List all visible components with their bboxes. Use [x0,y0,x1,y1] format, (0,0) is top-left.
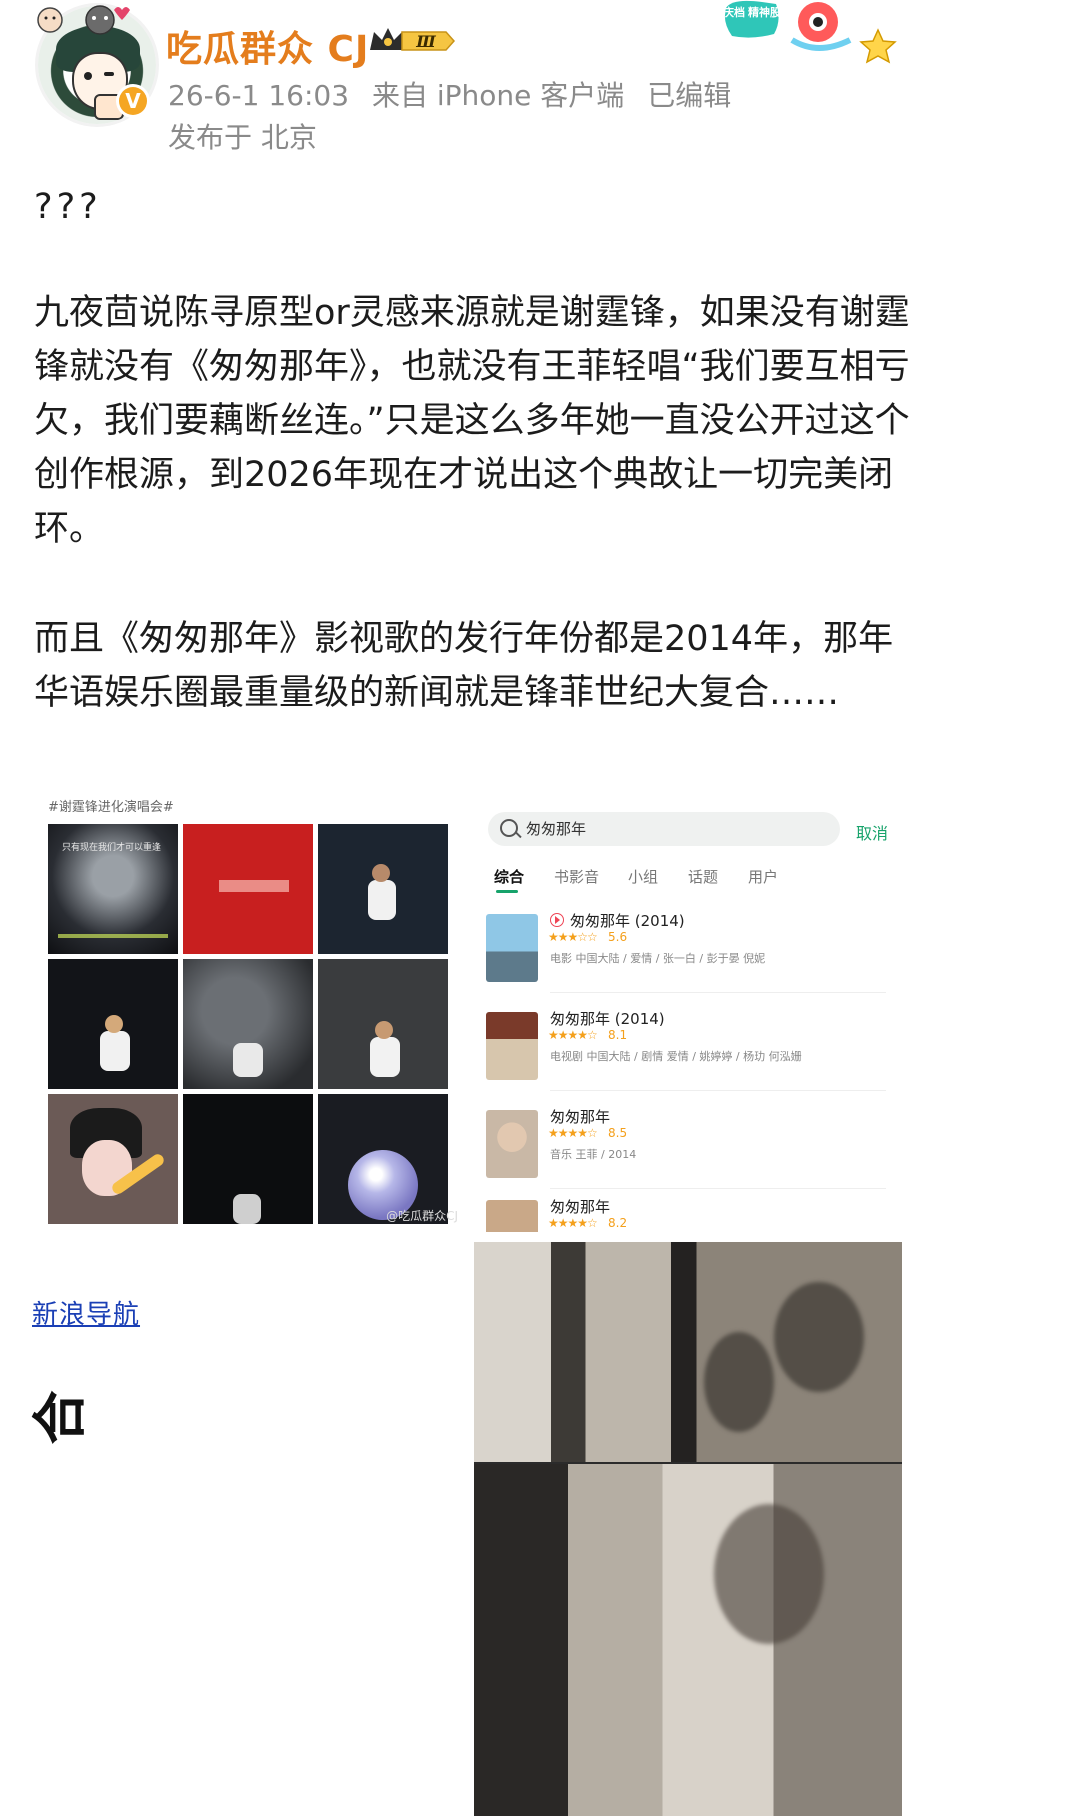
divider [550,1090,886,1091]
rating-stars: ★★★★☆ [548,1216,598,1230]
blurred-figure [714,1504,824,1644]
play-icon [550,913,564,927]
result-info: 音乐 王菲 / 2014 [550,1148,637,1161]
singer-head [375,1021,393,1039]
promo-badge-icon[interactable]: 国庆档 精神股东 [722,0,912,70]
result-thumb-poster [486,1012,538,1080]
result-tv-series[interactable]: 匆匆那年 (2014) ★★★★☆ 8.1 电视剧 中国大陆 / 剧情 爱情 /… [486,1002,886,1094]
collage-tile-confetti[interactable] [183,959,313,1089]
avatar-pets-icon [37,5,130,35]
concert-photo-collage[interactable]: #谢霆锋进化演唱会# 只有现在我们才可以重逢 @吃瓜群众CJ [44,792,458,1232]
vip-level: Ⅲ [415,32,436,51]
avatar-eye [84,72,92,80]
verified-mark: V [119,87,147,115]
collage-caption: #谢霆锋进化演唱会# [48,800,174,815]
singer-figure [233,1194,261,1224]
singer-figure [368,880,396,920]
post-source[interactable]: 来自 iPhone 客户端 [372,79,624,112]
search-results-screenshot[interactable]: 匆匆那年 取消 综合 书影音 小组 话题 用户 匆匆那年 (2014) ★★★☆… [480,800,910,1232]
blurred-figure [704,1332,774,1432]
singer-head [372,864,390,882]
post-location: 发布于 北京 [168,121,317,154]
rating-value: 8.1 [608,1028,628,1042]
singer-figure [100,1031,130,1071]
post-text-question: ??? [34,187,102,227]
singer-head [105,1015,123,1033]
tab-books-movies-music[interactable]: 书影音 [554,866,599,887]
result-book[interactable]: 匆匆那年 ★★★★☆ 8.2 [486,1190,886,1232]
avatar-eye-wink [104,72,114,76]
blurred-figure [774,1282,864,1392]
result-title: 匆匆那年 [550,1108,611,1126]
tab-underline [496,890,518,893]
result-title: 匆匆那年 (2014) [550,1010,665,1028]
cancel-button[interactable]: 取消 [856,820,888,844]
collage-tile-fan-selfie[interactable] [48,1094,178,1224]
search-icon [500,819,518,837]
rating-stars: ★★★★☆ [548,1028,598,1042]
collage-tile-disco-ball[interactable] [318,1094,448,1224]
post-text-paragraph-1: 九夜茴说陈寻原型or灵感来源就是谢霆锋，如果没有谢霆锋就没有《匆匆那年》，也就没… [34,293,910,549]
rating-value: 8.5 [608,1126,628,1140]
tab-topics[interactable]: 话题 [688,866,718,887]
tab-groups[interactable]: 小组 [628,866,658,887]
post-text-paragraph-2: 而且《匆匆那年》影视歌的发行年份都是2014年，那年华语娱乐圈最重量级的新闻就是… [34,619,894,713]
result-thumb-album [486,1110,538,1178]
tab-users[interactable]: 用户 [748,866,778,887]
stage-lights [219,880,289,892]
photo-bottom-frame [474,1464,902,1816]
lightsticks [58,934,168,938]
rating-value: 8.2 [608,1216,628,1230]
divider [550,1188,886,1189]
cropped-text-fragment: 合 [28,1390,92,1445]
divider [550,992,886,993]
vip-crown-badge-icon[interactable]: Ⅲ [366,24,456,58]
result-music[interactable]: 匆匆那年 ★★★★☆ 8.5 音乐 王菲 / 2014 [486,1100,886,1192]
result-title: 匆匆那年 (2014) [550,910,685,931]
edited-label[interactable]: 已编辑 [647,79,731,112]
result-title: 匆匆那年 [550,1198,611,1216]
singer-figure [233,1043,263,1077]
promo-text: 国庆档 精神股东 [722,5,792,19]
collage-tile-text: 只有现在我们才可以重逢 [62,843,162,853]
paparazzi-photo[interactable] [474,1242,902,1816]
post-date: 26-6-1 16:03 [168,79,350,112]
singer-figure [370,1037,400,1077]
collage-tile-singer-2[interactable] [318,959,448,1089]
collage-watermark: @吃瓜群众CJ [386,1209,458,1223]
collage-tile-singer-waving[interactable] [318,824,448,954]
photo-top-frame [474,1242,902,1462]
username[interactable]: 吃瓜群众 CJ [166,20,369,72]
verified-badge-icon: V [116,84,150,118]
result-info: 电视剧 中国大陆 / 剧情 爱情 / 姚婷婷 / 杨玏 何泓姗 [550,1050,802,1063]
rating-stars: ★★★★☆ [548,1126,598,1140]
result-thumb-poster [486,914,538,982]
post-meta: 26-6-1 16:03 来自 iPhone 客户端 已编辑 [168,74,745,114]
collage-tile-singer-1[interactable] [48,959,178,1089]
search-input[interactable]: 匆匆那年 [526,818,586,839]
rating-value: 5.6 [608,930,628,944]
sina-navigation-link[interactable]: 新浪导航 [32,1294,140,1331]
result-movie[interactable]: 匆匆那年 (2014) ★★★☆☆ 5.6 电影 中国大陆 / 爱情 / 张一白… [486,904,886,996]
collage-tile-crowd-smoke[interactable]: 只有现在我们才可以重逢 [48,824,178,954]
result-thumb-cover [486,1200,538,1232]
collage-tile-red-stage[interactable] [183,824,313,954]
result-info: 电影 中国大陆 / 爱情 / 张一白 / 彭于晏 倪妮 [550,952,766,965]
tab-all[interactable]: 综合 [494,866,524,887]
collage-tile-singer-dark[interactable] [183,1094,313,1224]
result-title-text: 匆匆那年 (2014) [570,912,685,930]
rating-stars: ★★★☆☆ [548,930,598,944]
search-box[interactable]: 匆匆那年 [488,812,840,846]
